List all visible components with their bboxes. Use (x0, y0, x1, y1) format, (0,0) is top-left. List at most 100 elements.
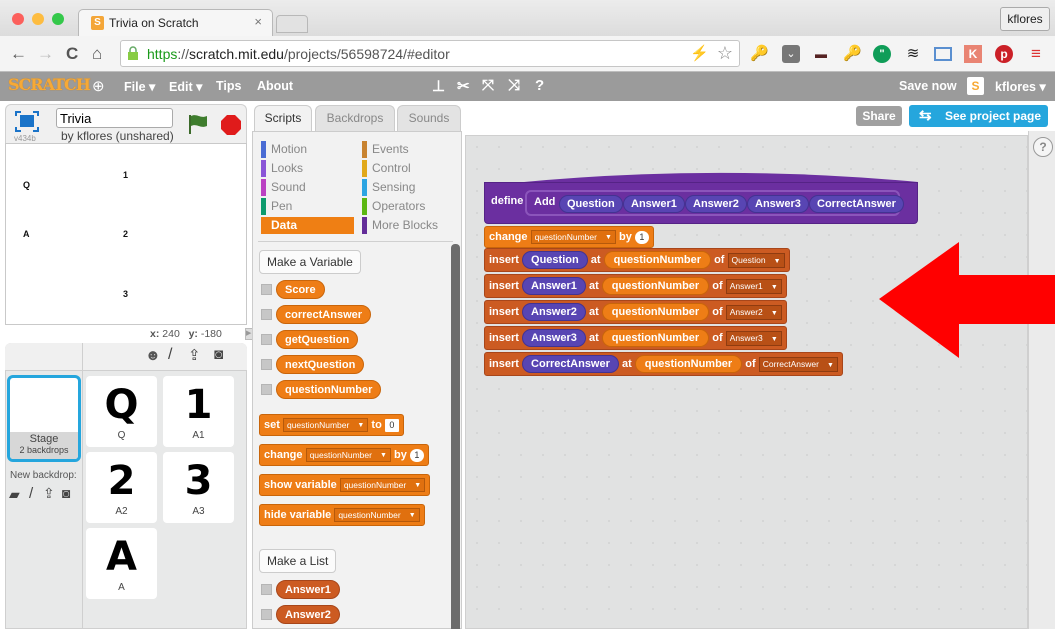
list-checkbox[interactable] (261, 584, 272, 595)
value-input[interactable]: 0 (384, 418, 399, 432)
minimize-window-button[interactable] (32, 13, 44, 25)
tab-backdrops[interactable]: Backdrops (315, 105, 395, 131)
key-icon[interactable]: 🔑 (843, 45, 862, 63)
block-help-icon[interactable]: ? (535, 77, 544, 94)
address-bar[interactable]: https://scratch.mit.edu/projects/5659872… (120, 40, 740, 67)
upload-backdrop-icon[interactable]: ⇪ (43, 485, 55, 502)
sprite-thumbnail[interactable]: 2 A2 (86, 452, 157, 523)
see-project-page-button[interactable]: ⇆ See project page (909, 105, 1048, 127)
param-reporter[interactable]: Answer3 (522, 329, 586, 348)
variable-dropdown[interactable]: questionNumber (530, 230, 616, 245)
variable-reporter[interactable]: correctAnswer (276, 305, 372, 324)
variable-dropdown[interactable]: questionNumber (334, 508, 420, 523)
show-variable-block[interactable]: show variable questionNumber (259, 474, 431, 496)
sprite-thumbnail[interactable]: QQ (86, 376, 157, 447)
maximize-window-button[interactable] (52, 13, 64, 25)
insert-at-list-block[interactable]: insert Answer2 at questionNumber of Answ… (484, 300, 787, 324)
upload-sprite-icon[interactable]: ⇪ (188, 346, 201, 364)
bookmark-star-icon[interactable]: ☆ (717, 43, 733, 64)
sprite-thumbnail[interactable]: 1 A1 (163, 376, 234, 447)
help-icon[interactable]: ? (1033, 137, 1053, 157)
list-reporter[interactable]: Answer1 (276, 580, 340, 599)
variable-reporter[interactable]: getQuestion (276, 330, 359, 349)
my-stuff-icon[interactable]: S (967, 77, 984, 95)
variable-reporter[interactable]: questionNumber (634, 355, 743, 374)
variable-reporter[interactable]: questionNumber (601, 303, 710, 322)
list-dropdown[interactable]: Answer2 (725, 304, 782, 320)
hide-variable-block[interactable]: hide variable questionNumber (259, 504, 425, 526)
save-now-button[interactable]: Save now (899, 79, 957, 93)
scratch-logo[interactable]: SCRATCH (8, 75, 91, 94)
profile-button[interactable]: kflores (1000, 7, 1050, 31)
buffer-icon[interactable]: ≋ (904, 45, 922, 63)
category-control[interactable]: Control (362, 160, 411, 177)
tab-scripts[interactable]: Scripts (254, 105, 312, 133)
category-operators[interactable]: Operators (362, 198, 425, 215)
tab-close-icon[interactable]: × (254, 14, 262, 29)
make-list-button[interactable]: Make a List (259, 549, 337, 573)
paint-backdrop-icon[interactable]: / (29, 485, 33, 502)
palette-scrollbar[interactable] (451, 244, 460, 629)
insert-at-list-block[interactable]: insert Question at questionNumber of Que… (484, 248, 790, 272)
chrome-menu-icon[interactable]: ≡ (1027, 45, 1045, 63)
category-motion[interactable]: Motion (261, 141, 307, 158)
menu-tips[interactable]: Tips (216, 79, 241, 93)
param-reporter[interactable]: Answer1 (623, 195, 685, 213)
list-dropdown[interactable]: Answer3 (725, 330, 782, 346)
param-reporter[interactable]: Question (559, 195, 623, 213)
camera-backdrop-icon[interactable]: ◙ (62, 485, 70, 501)
variable-reporter[interactable]: questionNumber (601, 277, 710, 296)
project-title-input[interactable] (56, 108, 173, 128)
sprite-thumbnail[interactable]: 3 A3 (163, 452, 234, 523)
variable-checkbox[interactable] (261, 334, 272, 345)
variable-reporter[interactable]: questionNumber (603, 251, 712, 270)
list-reporter[interactable]: Answer2 (276, 605, 340, 624)
klout-icon[interactable]: K (964, 45, 982, 63)
stop-sign-icon[interactable] (220, 114, 242, 136)
category-data[interactable]: Data (261, 217, 354, 234)
param-reporter[interactable]: Question (522, 251, 588, 270)
param-reporter[interactable]: Answer3 (747, 195, 809, 213)
forward-icon[interactable]: → (37, 44, 54, 64)
paint-new-sprite-icon[interactable]: / (168, 346, 172, 364)
category-events[interactable]: Events (362, 141, 409, 158)
reload-icon[interactable]: C (66, 44, 78, 64)
variable-reporter[interactable]: nextQuestion (276, 355, 365, 374)
insert-at-list-block[interactable]: insert Answer1 at questionNumber of Answ… (484, 274, 787, 298)
sprite-thumbnail[interactable]: AA (86, 528, 157, 599)
category-more-blocks[interactable]: More Blocks (362, 217, 438, 234)
variable-dropdown[interactable]: questionNumber (282, 418, 369, 433)
choose-sprite-from-library-icon[interactable]: ☻ (145, 347, 161, 364)
stage-canvas[interactable]: Q 1 A 2 3 (5, 143, 247, 325)
value-input[interactable]: 1 (409, 448, 424, 462)
close-window-button[interactable] (12, 13, 24, 25)
green-flag-icon[interactable] (187, 113, 211, 135)
incognito-icon[interactable]: ▬ (812, 45, 830, 63)
back-icon[interactable]: ← (10, 44, 27, 64)
category-sound[interactable]: Sound (261, 179, 306, 196)
variable-checkbox[interactable] (261, 359, 272, 370)
category-looks[interactable]: Looks (261, 160, 303, 177)
hangouts-icon[interactable]: " (873, 45, 891, 63)
param-reporter[interactable]: Answer2 (522, 303, 586, 322)
category-pen[interactable]: Pen (261, 198, 292, 215)
shrink-icon[interactable]: ⤨ (508, 77, 520, 94)
pocket-icon[interactable]: ⌄ (782, 45, 800, 63)
duplicate-stamp-icon[interactable]: ⊥ (432, 77, 445, 95)
user-menu[interactable]: kflores ▾ (995, 79, 1046, 94)
define-block[interactable]: define Add Question Answer1 Answer2 Answ… (484, 170, 918, 226)
param-reporter[interactable]: CorrectAnswer (809, 195, 904, 213)
language-globe-icon[interactable]: ⊕ (92, 77, 105, 95)
list-dropdown[interactable]: CorrectAnswer (758, 356, 838, 372)
variable-dropdown[interactable]: questionNumber (305, 448, 391, 463)
tab-sounds[interactable]: Sounds (397, 105, 461, 131)
choose-backdrop-icon[interactable]: ▰ (9, 486, 20, 503)
stage-thumbnail[interactable]: Stage 2 backdrops (7, 375, 81, 462)
param-reporter[interactable]: CorrectAnswer (522, 355, 619, 374)
variable-checkbox[interactable] (261, 384, 272, 395)
screenshot-icon[interactable] (934, 47, 952, 61)
insert-at-list-block[interactable]: insert Answer3 at questionNumber of Answ… (484, 326, 787, 350)
menu-edit[interactable]: Edit ▾ (169, 79, 202, 94)
delete-scissors-icon[interactable]: ✂ (457, 77, 470, 95)
list-checkbox[interactable] (261, 609, 272, 620)
